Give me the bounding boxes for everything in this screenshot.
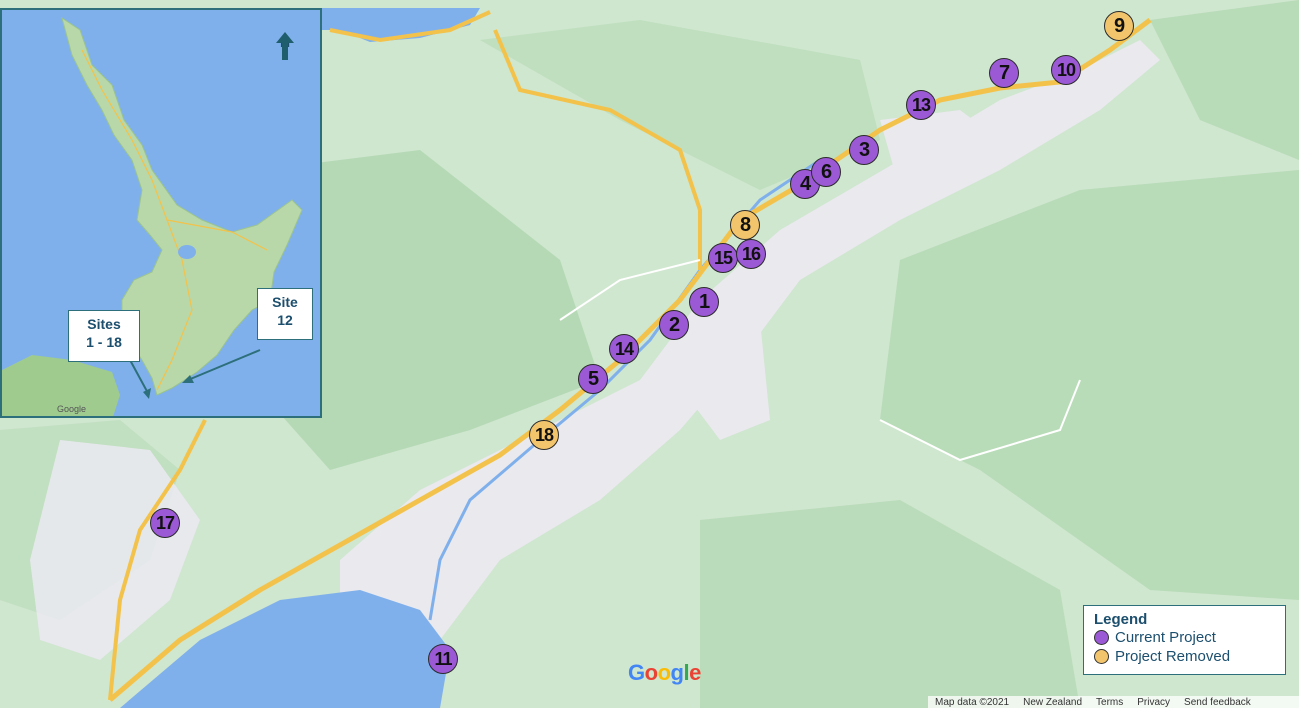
site-marker-13[interactable]: 13 — [906, 90, 936, 120]
site-marker-9[interactable]: 9 — [1104, 11, 1134, 41]
privacy-link[interactable]: Privacy — [1130, 696, 1177, 708]
legend-item-removed: Project Removed — [1094, 647, 1275, 666]
north-indicator: N — [275, 32, 295, 60]
site-marker-5[interactable]: 5 — [578, 364, 608, 394]
terms-link[interactable]: Terms — [1089, 696, 1130, 708]
google-logo-letter: o — [657, 660, 671, 685]
site-marker-14[interactable]: 14 — [609, 334, 639, 364]
map-data-text: Map data ©2021 — [935, 697, 1010, 708]
site-marker-16[interactable]: 16 — [736, 239, 766, 269]
legend-label: Current Project — [1115, 629, 1216, 646]
legend-title: Legend — [1094, 611, 1148, 628]
google-logo-letter: o — [644, 660, 658, 685]
legend-swatch-current — [1094, 630, 1109, 645]
site-marker-11[interactable]: 11 — [428, 644, 458, 674]
site-12-label: Site 12 — [257, 288, 313, 340]
legend: Legend Current Project Project Removed — [1083, 605, 1286, 675]
legend-label: Project Removed — [1115, 648, 1231, 665]
legend-swatch-removed — [1094, 649, 1109, 664]
google-logo: Google — [628, 660, 701, 686]
google-logo-letter: g — [670, 660, 684, 685]
map-attribution: Map data ©2021 New Zealand Terms Privacy… — [928, 696, 1299, 708]
inset-map: N Sites 1 - 18 Site 12 Google — [0, 8, 322, 418]
site-marker-17[interactable]: 17 — [150, 508, 180, 538]
inset-google-logo: Google — [57, 404, 87, 414]
sites-label-line2: 1 - 18 — [86, 334, 122, 350]
site-marker-7[interactable]: 7 — [989, 58, 1019, 88]
site12-label-line1: Site — [272, 294, 298, 310]
sites-label-line1: Sites — [87, 316, 121, 332]
send-feedback-link[interactable]: Send feedback — [1177, 696, 1258, 708]
site-marker-10[interactable]: 10 — [1051, 55, 1081, 85]
sites-1-18-label: Sites 1 - 18 — [68, 310, 140, 362]
region-text: New Zealand — [1023, 697, 1083, 708]
site-marker-15[interactable]: 15 — [708, 243, 738, 273]
legend-item-current: Current Project — [1094, 628, 1275, 647]
north-arrow-icon — [276, 32, 294, 60]
site-marker-6[interactable]: 6 — [811, 157, 841, 187]
site-marker-8[interactable]: 8 — [730, 210, 760, 240]
site-marker-1[interactable]: 1 — [689, 287, 719, 317]
site-marker-3[interactable]: 3 — [849, 135, 879, 165]
inset-island-shape — [2, 10, 320, 416]
site-marker-18[interactable]: 18 — [529, 420, 559, 450]
google-logo-letter: G — [628, 660, 645, 685]
google-logo-letter: e — [689, 660, 701, 685]
site12-label-line2: 12 — [277, 312, 293, 328]
site-marker-2[interactable]: 2 — [659, 310, 689, 340]
